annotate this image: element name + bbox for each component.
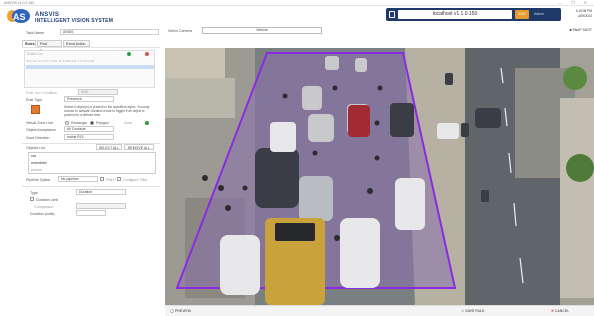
delete-rule-icon[interactable] (145, 52, 149, 56)
ansvis-logo-icon: AS (7, 9, 30, 23)
remove-all-button[interactable]: REMOVE ALL (124, 144, 154, 150)
table-row[interactable] (26, 65, 154, 69)
user-label[interactable]: Admin (534, 8, 561, 21)
duration-units-label: Duration (units) (30, 212, 55, 216)
save-rule-label: SAVE RULE (465, 309, 485, 313)
object-acceptance-select[interactable]: All Contacts (64, 126, 114, 132)
object-acceptance-label: Object Acceptance (26, 128, 56, 132)
list-item[interactable]: car (31, 154, 36, 158)
preview-label: PREVIEW (174, 309, 192, 313)
duration-limit-checkbox[interactable] (30, 197, 34, 201)
zone-direction-label: Zone Direction (26, 136, 50, 140)
pipeline-select[interactable]: No pipeline (58, 176, 98, 182)
rules-list[interactable]: Rules List RULE FUNCTION ENABLED LICENSE (24, 50, 155, 88)
cancel-label: CANCEL (554, 309, 570, 313)
select-all-button[interactable]: SELECT ALL (96, 144, 122, 150)
objects-list[interactable]: car motorbike person (28, 152, 156, 174)
tab-post-process[interactable]: Post Process (37, 40, 62, 53)
task-name-input[interactable]: ANSIS (60, 29, 159, 35)
rectangle-radio[interactable] (65, 121, 69, 125)
cancel-button[interactable]: ✖ CANCEL (531, 308, 589, 315)
section-divider (22, 186, 160, 187)
virtual-zone-label: Virtual Zone Line (26, 121, 54, 125)
type-label: Type (30, 191, 38, 195)
zone-label: Zone (124, 121, 133, 125)
preview-button[interactable]: ◯ PREVIEW (170, 308, 220, 315)
duration-units-input[interactable] (76, 210, 106, 216)
datetime: 4:19:08 PM 4/29/2024 (562, 9, 592, 22)
duration-limit-label: Duration Limit (36, 198, 59, 202)
date-text: 4/29/2024 (577, 13, 592, 18)
tab-divider (22, 47, 160, 48)
add-rule-icon[interactable] (127, 52, 131, 56)
brand-tagline: INTELLIGENT VISION SYSTEM (35, 18, 114, 24)
presence-icon (31, 105, 40, 114)
camera-select[interactable]: Vehicle (202, 27, 322, 34)
rules-list-label: Rules List (27, 52, 43, 56)
camera-feed[interactable] (165, 48, 594, 305)
camera-header: Select Camera Vehicle ■ SNAP SHOT (165, 25, 594, 50)
tab-rules[interactable]: Rules (22, 40, 36, 47)
snapshot-button[interactable]: ■ SNAP SHOT (552, 27, 592, 34)
configure-filter-label: Configure Filter (123, 178, 148, 182)
comparison-label: Comparison (34, 205, 54, 209)
snapshot-label: SNAP SHOT (572, 28, 592, 32)
rectangle-label: Rectangle (71, 121, 88, 125)
objects-list-label: Objects List (26, 146, 45, 150)
task-name-label: Task Name (26, 31, 44, 35)
zone-direction-select[interactable]: Inside ROI (64, 134, 114, 140)
rule-type-select[interactable]: Presence (64, 96, 114, 102)
rule-type-label: Rule Type (26, 98, 43, 102)
filter-checkbox[interactable] (100, 177, 104, 181)
select-camera-label: Select Camera (168, 29, 192, 33)
connection-bar: localhost v1.1.0.150 IDLE Admin (386, 8, 561, 21)
rule-join-label: Rule Join Condition (26, 91, 58, 95)
list-item[interactable]: motorbike (31, 161, 47, 165)
polygon-label: Polygon (96, 121, 109, 125)
filter-label: Filter? (106, 178, 116, 182)
type-select[interactable]: Duration (76, 189, 126, 195)
polygon-radio[interactable] (90, 121, 94, 125)
rule-config-panel: Task Name ANSIS Rules Post Process Event… (20, 25, 165, 316)
traffic-scene (165, 48, 594, 305)
add-zone-icon[interactable] (145, 121, 149, 125)
pipeline-option-label: Pipeline Option (26, 178, 51, 182)
rule-join-select[interactable]: AND (78, 89, 118, 95)
rule-description: Detect if object(s) is present in the sp… (64, 105, 150, 117)
comparison-select[interactable] (76, 203, 126, 209)
tab-event-action[interactable]: Event Action (63, 40, 90, 47)
rules-columns: RULE FUNCTION ENABLED LICENSE (27, 59, 95, 63)
server-icon (389, 11, 395, 18)
save-rule-button[interactable]: ✔ SAVE RULE (427, 308, 519, 315)
action-bar: ◯ PREVIEW ✔ SAVE RULE ✖ CANCEL (165, 305, 594, 316)
status-badge: IDLE (515, 10, 529, 19)
configure-filter-checkbox[interactable] (117, 177, 121, 181)
list-item[interactable]: person (31, 168, 42, 172)
server-address[interactable]: localhost v1.1.0.150 (398, 10, 512, 19)
logo-text: AS (13, 12, 26, 22)
